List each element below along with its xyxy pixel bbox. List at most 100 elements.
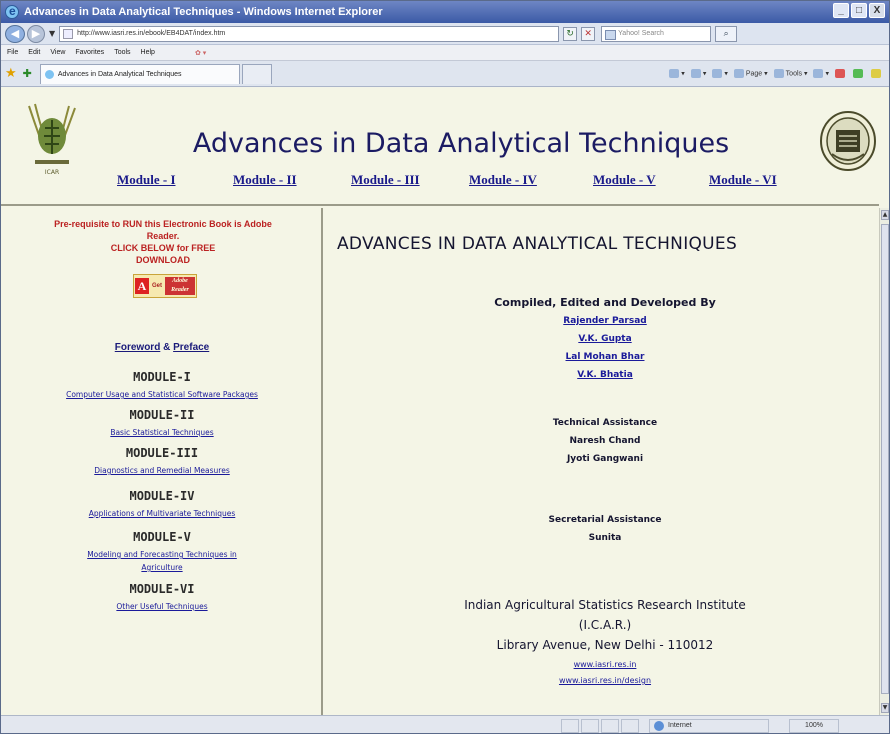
technical-assistance-label: Technical Assistance [552,418,658,428]
security-zone[interactable]: Internet [649,718,769,733]
module-6-link[interactable]: Other Useful Techniques [1,601,323,613]
scroll-thumb[interactable] [881,224,889,694]
messenger-icon[interactable] [871,69,883,78]
adobe-icon: A [134,278,149,294]
command-bar: ▾ ▾ ▾ Page ▾ Tools ▾ ▾ [669,69,889,78]
back-button[interactable]: ◀ [5,24,25,43]
address-bar: ◀ ▶ ▼ http://www.iasri.res.in/ebook/EB4D… [1,23,889,45]
author-link-4[interactable]: V.K. Bhatia [325,370,885,380]
ampersand: & [163,342,171,353]
close-button[interactable]: X [869,3,885,18]
nav-module-1[interactable]: Module - I [117,172,176,188]
site-title: Advances in Data Analytical Techniques [192,128,730,159]
status-cell [561,718,579,733]
author-link-3[interactable]: Lal Mohan Bhar [325,352,885,362]
minimize-button[interactable]: _ [833,3,849,18]
home-icon[interactable]: ▾ [669,69,685,78]
status-cell [581,718,599,733]
prerequisite-notice: Pre-requisite to RUN this Electronic Boo… [19,218,307,266]
foreword-link[interactable]: Foreword [115,342,161,353]
title-bar: Advances in Data Analytical Techniques -… [1,1,889,23]
module-1-link[interactable]: Computer Usage and Statistical Software … [1,389,323,401]
url-input[interactable]: http://www.iasri.res.in/ebook/EB4DAT/ind… [59,25,560,42]
research-icon[interactable] [853,69,865,78]
icar-caption: ICAR [45,169,59,176]
left-sidebar: Pre-requisite to RUN this Electronic Boo… [1,208,323,715]
zoom-label: 100% [805,722,823,729]
tab-label: Advances in Data Analytical Techniques [57,70,182,78]
scroll-up-icon[interactable]: ▲ [881,210,889,220]
help-icon[interactable]: ▾ [813,69,829,78]
zoom-level[interactable]: 100% [789,718,839,733]
nav-module-6[interactable]: Module - VI [709,172,777,188]
module-2-link[interactable]: Basic Statistical Techniques [1,427,323,439]
tools-menu-label: Tools [785,70,803,78]
search-input[interactable]: Yahoo! Search [601,25,712,42]
author-link-1[interactable]: Rajender Parsad [325,316,885,326]
addon-icon[interactable] [835,69,847,78]
search-icon[interactable]: ⌕ [715,25,738,42]
forward-button[interactable]: ▶ [27,24,45,43]
url-text: http://www.iasri.res.in/ebook/EB4DAT/ind… [77,30,226,37]
institute-address: Library Avenue, New Delhi - 110012 [496,638,714,652]
menu-file[interactable]: File [7,49,18,56]
design-website-link[interactable]: www.iasri.res.in/design [325,676,885,685]
tab-page-icon [44,69,54,79]
nav-module-4[interactable]: Module - IV [469,172,537,188]
module-4-link[interactable]: Applications of Multivariate Techniques [1,508,323,520]
technical-assistant-1: Naresh Chand [569,436,641,446]
refresh-icon[interactable]: ↻ [563,26,578,41]
main-content: ADVANCES IN DATA ANALYTICAL TECHNIQUES C… [325,208,875,715]
menu-edit[interactable]: Edit [28,49,40,56]
toolbar-icon[interactable]: ✿ ▾ [195,49,206,57]
tab-bar: ★ ✚ Advances in Data Analytical Techniqu… [1,61,889,87]
nav-module-3[interactable]: Module - III [351,172,420,188]
page-icon [63,28,74,39]
prereq-line-4: DOWNLOAD [136,255,190,265]
menu-tools[interactable]: Tools [114,49,130,56]
prereq-line-2: Reader. [146,231,180,241]
status-cells [561,718,639,733]
prereq-line-3: CLICK BELOW for FREE [110,243,216,253]
new-tab-button[interactable] [241,63,272,84]
author-link-2[interactable]: V.K. Gupta [325,334,885,344]
tools-menu[interactable]: Tools ▾ [773,69,807,78]
menu-bar: File Edit View Favorites Tools Help ✿ ▾ [1,45,889,61]
stop-icon[interactable]: ✕ [581,26,596,41]
menu-favorites[interactable]: Favorites [75,49,104,56]
module-5-link[interactable]: Modeling and Forecasting Techniques in [1,549,323,561]
modules-nav: Module - I Module - II Module - III Modu… [117,172,777,192]
page-menu[interactable]: Page ▾ [733,69,768,78]
module-5-link-line-2[interactable]: Agriculture [1,562,323,574]
nav-module-2[interactable]: Module - II [233,172,297,188]
add-favorite-icon[interactable]: ✚ [23,67,32,80]
menu-view[interactable]: View [50,49,65,56]
window-controls: _ □ X [833,3,885,18]
ie-icon [5,4,19,19]
technical-assistant-2: Jyoti Gangwani [566,454,644,464]
nav-module-5[interactable]: Module - V [593,172,656,188]
module-6-heading: MODULE-VI [129,582,195,596]
zone-label: Internet [668,722,692,729]
history-dropdown-icon[interactable]: ▼ [49,29,55,38]
feeds-icon[interactable]: ▾ [690,69,706,78]
vertical-scrollbar[interactable]: ▲ ▼ [879,208,889,715]
page-content: ICAR Advances in Data Analytical Techniq… [1,88,889,715]
website-link[interactable]: www.iasri.res.in [325,660,885,669]
tab-active[interactable]: Advances in Data Analytical Techniques [39,63,240,84]
preface-link[interactable]: Preface [173,342,209,353]
favorites-star-icon[interactable]: ★ [5,66,17,81]
iasri-seal-logo [820,111,876,171]
scroll-down-icon[interactable]: ▼ [881,703,889,713]
page-header: ICAR Advances in Data Analytical Techniq… [1,88,879,206]
secretarial-assistance-label: Secretarial Assistance [548,515,662,525]
print-icon[interactable]: ▾ [712,69,728,78]
menu-help[interactable]: Help [141,49,155,56]
maximize-button[interactable]: □ [851,3,867,18]
module-3-link[interactable]: Diagnostics and Remedial Measures [1,465,323,477]
institute-name: Indian Agricultural Statistics Research … [464,598,746,612]
foreword-preface-links: Foreword & Preface [1,342,323,353]
institute-icar: (I.C.A.R.) [578,618,632,632]
get-adobe-reader-button[interactable]: A Get Adobe Reader [133,274,197,298]
module-4-heading: MODULE-IV [129,489,195,503]
